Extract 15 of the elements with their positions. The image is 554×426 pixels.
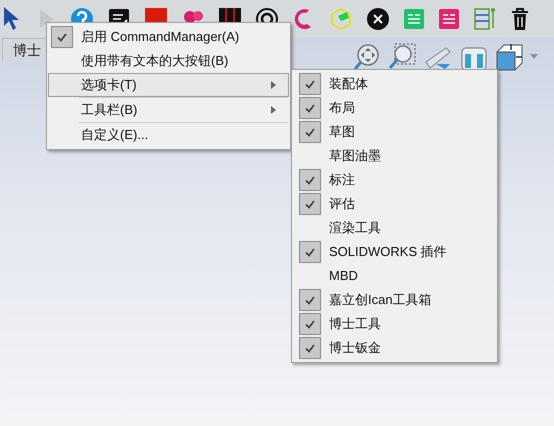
menu-item[interactable]: 博士工具	[329, 314, 381, 334]
menu-item[interactable]: 自定义(E)...	[48, 123, 289, 147]
menu-item[interactable]: SOLIDWORKS 插件	[329, 242, 447, 262]
menu-item[interactable]: 嘉立创Ican工具箱	[329, 290, 432, 310]
menu-item[interactable]: 渲染工具	[329, 218, 381, 238]
menu-item[interactable]: 博士钣金	[329, 338, 381, 358]
menu-item[interactable]: 工具栏(B)	[48, 98, 289, 122]
menu-item[interactable]: MBD	[329, 266, 358, 286]
menu-item[interactable]: 草图	[329, 122, 355, 142]
menu-item[interactable]: 选项卡(T)	[48, 73, 289, 97]
menu-item[interactable]: 装配体	[329, 74, 368, 94]
menu-item[interactable]: 布局	[329, 98, 355, 118]
menu-item[interactable]: 草图油墨	[329, 146, 381, 166]
menu-item[interactable]: 评估	[329, 194, 355, 214]
menu-item[interactable]: 标注	[329, 170, 355, 190]
